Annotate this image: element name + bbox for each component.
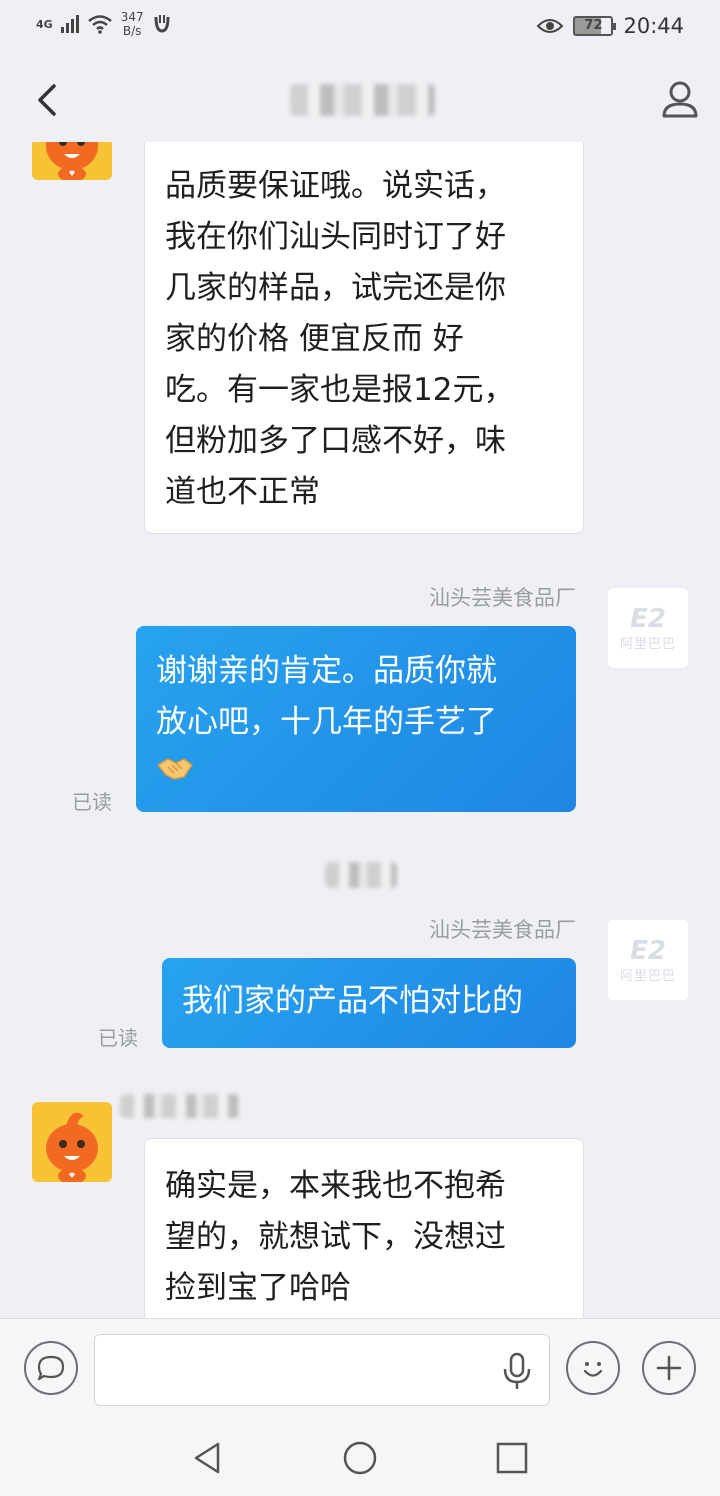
sender-name: 汕头芸美食品厂 bbox=[429, 586, 576, 610]
message-bubble-incoming[interactable]: 品质要保证哦。说实话， 我在你们汕头同时订了好 几家的样品，试完还是你 家的价格… bbox=[144, 142, 584, 534]
quick-reply-button[interactable] bbox=[24, 1341, 78, 1395]
eye-icon bbox=[537, 19, 564, 33]
message-line: 几家的样品，试完还是你 bbox=[165, 270, 506, 306]
message-line: 吃。有一家也是报12元， bbox=[165, 372, 515, 408]
contact-name-blurred bbox=[120, 1094, 240, 1118]
sender-name: 汕头芸美食品厂 bbox=[429, 918, 576, 942]
message-input-box[interactable] bbox=[94, 1334, 550, 1406]
add-button[interactable] bbox=[642, 1341, 696, 1395]
contact-avatar[interactable] bbox=[32, 142, 112, 180]
status-bar: 4G 347 B/s 72 20:44 bbox=[0, 0, 720, 56]
status-right: 72 20:44 bbox=[537, 14, 684, 38]
message-line: 我在你们汕头同时订了好 bbox=[165, 219, 506, 255]
network-speed: 347 B/s bbox=[121, 10, 144, 38]
brand-text: 阿里巴巴 bbox=[619, 636, 676, 652]
timestamp-blurred bbox=[325, 862, 397, 888]
mascot-icon bbox=[46, 1112, 98, 1182]
smiley-icon bbox=[583, 1362, 603, 1377]
triangle-back-icon[interactable] bbox=[188, 1438, 228, 1478]
shop-avatar[interactable]: E2 阿里巴巴 bbox=[608, 920, 688, 1000]
brand-text: 阿里巴巴 bbox=[619, 968, 676, 984]
battery-indicator: 72 bbox=[573, 16, 617, 36]
square-recent-icon[interactable] bbox=[492, 1438, 532, 1478]
brand-mark: E2 bbox=[630, 603, 666, 634]
status-left: 4G 347 B/s bbox=[36, 10, 172, 38]
emoji-button[interactable] bbox=[566, 1341, 620, 1395]
speed-unit: B/s bbox=[122, 24, 142, 38]
chat-header bbox=[0, 56, 720, 142]
shop-avatar[interactable]: E2 阿里巴巴 bbox=[608, 588, 688, 668]
message-bubble-incoming[interactable]: 确实是，本来我也不抱希 望的，就想试下，没想过 捡到宝了哈哈 bbox=[144, 1138, 584, 1318]
message-line: 望的，就想试下，没想过 bbox=[165, 1219, 506, 1255]
message-line: 放心吧，十几年的手艺了 bbox=[156, 704, 497, 740]
message-line: 品质要保证哦。说实话， bbox=[165, 168, 506, 204]
contact-name-blurred bbox=[290, 84, 435, 116]
chat-area[interactable]: 品质要保证哦。说实话， 我在你们汕头同时订了好 几家的样品，试完还是你 家的价格… bbox=[0, 142, 720, 1318]
system-nav-bar bbox=[0, 1420, 720, 1496]
contact-avatar[interactable] bbox=[32, 1102, 112, 1182]
clock: 20:44 bbox=[623, 14, 684, 38]
input-bar bbox=[0, 1318, 720, 1420]
chevron-left-icon[interactable] bbox=[28, 80, 68, 120]
app-notification-icon bbox=[154, 15, 170, 33]
message-line: 确实是，本来我也不抱希 bbox=[165, 1168, 506, 1204]
message-line: 家的价格 便宜反而 好 bbox=[165, 321, 464, 357]
mascot-icon bbox=[46, 142, 98, 180]
read-receipt: 已读 bbox=[72, 790, 112, 814]
circle-home-icon[interactable] bbox=[340, 1438, 380, 1478]
message-line: 我们家的产品不怕对比的 bbox=[182, 983, 523, 1019]
microphone-icon[interactable] bbox=[499, 1351, 535, 1391]
chat-bubble-icon bbox=[37, 1355, 65, 1381]
message-line: 捡到宝了哈哈 bbox=[165, 1270, 351, 1306]
plus-icon bbox=[656, 1355, 682, 1381]
wifi-icon bbox=[87, 15, 112, 34]
speed-value: 347 bbox=[120, 10, 144, 24]
message-line: 但粉加多了口感不好，味 bbox=[165, 423, 506, 459]
message-line: 谢谢亲的肯定。品质你就 bbox=[156, 653, 497, 689]
message-line: 道也不正常 bbox=[165, 474, 320, 510]
network-type: 4G bbox=[36, 17, 53, 31]
brand-mark: E2 bbox=[630, 935, 666, 966]
message-bubble-outgoing[interactable]: 谢谢亲的肯定。品质你就 放心吧，十几年的手艺了 bbox=[136, 626, 576, 812]
person-icon[interactable] bbox=[660, 80, 700, 120]
handshake-emoji-icon bbox=[156, 753, 194, 794]
read-receipt: 已读 bbox=[98, 1026, 138, 1050]
message-bubble-outgoing[interactable]: 我们家的产品不怕对比的 bbox=[162, 958, 576, 1048]
signal-icon bbox=[60, 15, 79, 33]
message-input[interactable] bbox=[95, 1335, 495, 1405]
